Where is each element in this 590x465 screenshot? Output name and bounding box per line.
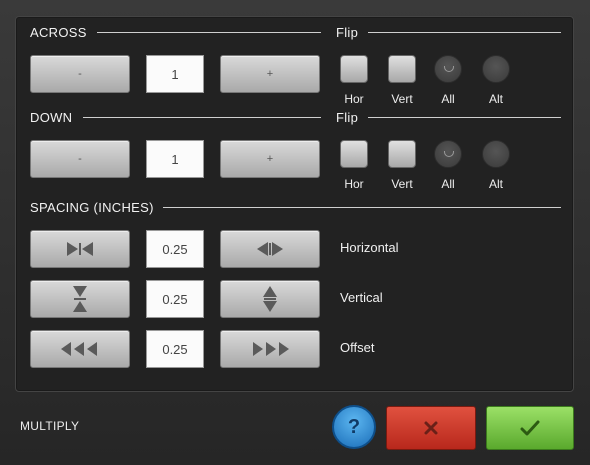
horizontal-spacing-increase-button[interactable]	[220, 230, 320, 268]
across-value-field[interactable]: 1	[146, 55, 204, 93]
triple-arrow-right-icon	[253, 342, 289, 356]
horizontal-spacing-decrease-button[interactable]	[30, 230, 130, 268]
vertical-spacing-decrease-button[interactable]	[30, 280, 130, 318]
down-flip-hor-label: Hor	[344, 177, 364, 191]
arrows-outward-vertical-icon	[263, 286, 277, 312]
offset-spacing-increase-button[interactable]	[220, 330, 320, 368]
horizontal-spacing-value-field[interactable]: 0.25	[146, 230, 204, 268]
down-flip-alt-toggle[interactable]	[482, 140, 510, 168]
down-flip-alt-label: Alt	[488, 177, 503, 191]
vertical-spacing-value-field[interactable]: 0.25	[146, 280, 204, 318]
dialog-title: MULTIPLY	[20, 419, 80, 433]
vertical-spacing-increase-button[interactable]	[220, 280, 320, 318]
down-decrease-button[interactable]: -	[30, 140, 130, 178]
down-flip-hor-toggle[interactable]	[340, 140, 368, 168]
indicator-icon	[444, 66, 454, 72]
across-increase-button[interactable]: +	[220, 55, 320, 93]
arrows-outward-horizontal-icon	[257, 242, 283, 256]
cancel-button[interactable]	[386, 406, 476, 450]
down-value-field[interactable]: 1	[146, 140, 204, 178]
checkmark-icon	[520, 420, 540, 436]
across-flip-alt-toggle[interactable]	[482, 55, 510, 83]
across-flip-vert-label: Vert	[391, 92, 413, 106]
spacing-divider	[163, 207, 561, 208]
spacing-title: SPACING (INCHES)	[30, 200, 154, 215]
across-flip-all-label: All	[441, 92, 455, 106]
horizontal-spacing-label: Horizontal	[340, 240, 399, 255]
flip-title-across: Flip	[336, 25, 359, 40]
offset-spacing-label: Offset	[340, 340, 375, 355]
offset-spacing-value-field[interactable]: 0.25	[146, 330, 204, 368]
down-flip-vert-toggle[interactable]	[388, 140, 416, 168]
across-flip-hor-toggle[interactable]	[340, 55, 368, 83]
down-divider	[83, 117, 321, 118]
down-title: DOWN	[30, 110, 73, 125]
question-icon: ?	[347, 415, 361, 438]
across-flip-all-toggle[interactable]	[434, 55, 462, 83]
across-title: ACROSS	[30, 25, 87, 40]
arrows-inward-vertical-icon	[73, 286, 87, 312]
flip-title-down: Flip	[336, 110, 359, 125]
across-flip-vert-toggle[interactable]	[388, 55, 416, 83]
across-decrease-button[interactable]: -	[30, 55, 130, 93]
arrows-inward-horizontal-icon	[67, 242, 93, 256]
down-flip-vert-label: Vert	[391, 177, 413, 191]
down-flip-all-label: All	[441, 177, 455, 191]
offset-spacing-decrease-button[interactable]	[30, 330, 130, 368]
help-button[interactable]: ?	[332, 405, 376, 449]
close-icon	[424, 421, 438, 435]
triple-arrow-left-icon	[61, 342, 97, 356]
confirm-button[interactable]	[486, 406, 574, 450]
across-flip-hor-label: Hor	[344, 92, 364, 106]
flip-divider-down	[368, 117, 561, 118]
indicator-icon	[444, 151, 454, 157]
down-increase-button[interactable]: +	[220, 140, 320, 178]
across-divider	[97, 32, 321, 33]
flip-divider-across	[368, 32, 561, 33]
vertical-spacing-label: Vertical	[340, 290, 383, 305]
down-flip-all-toggle[interactable]	[434, 140, 462, 168]
across-flip-alt-label: Alt	[488, 92, 503, 106]
